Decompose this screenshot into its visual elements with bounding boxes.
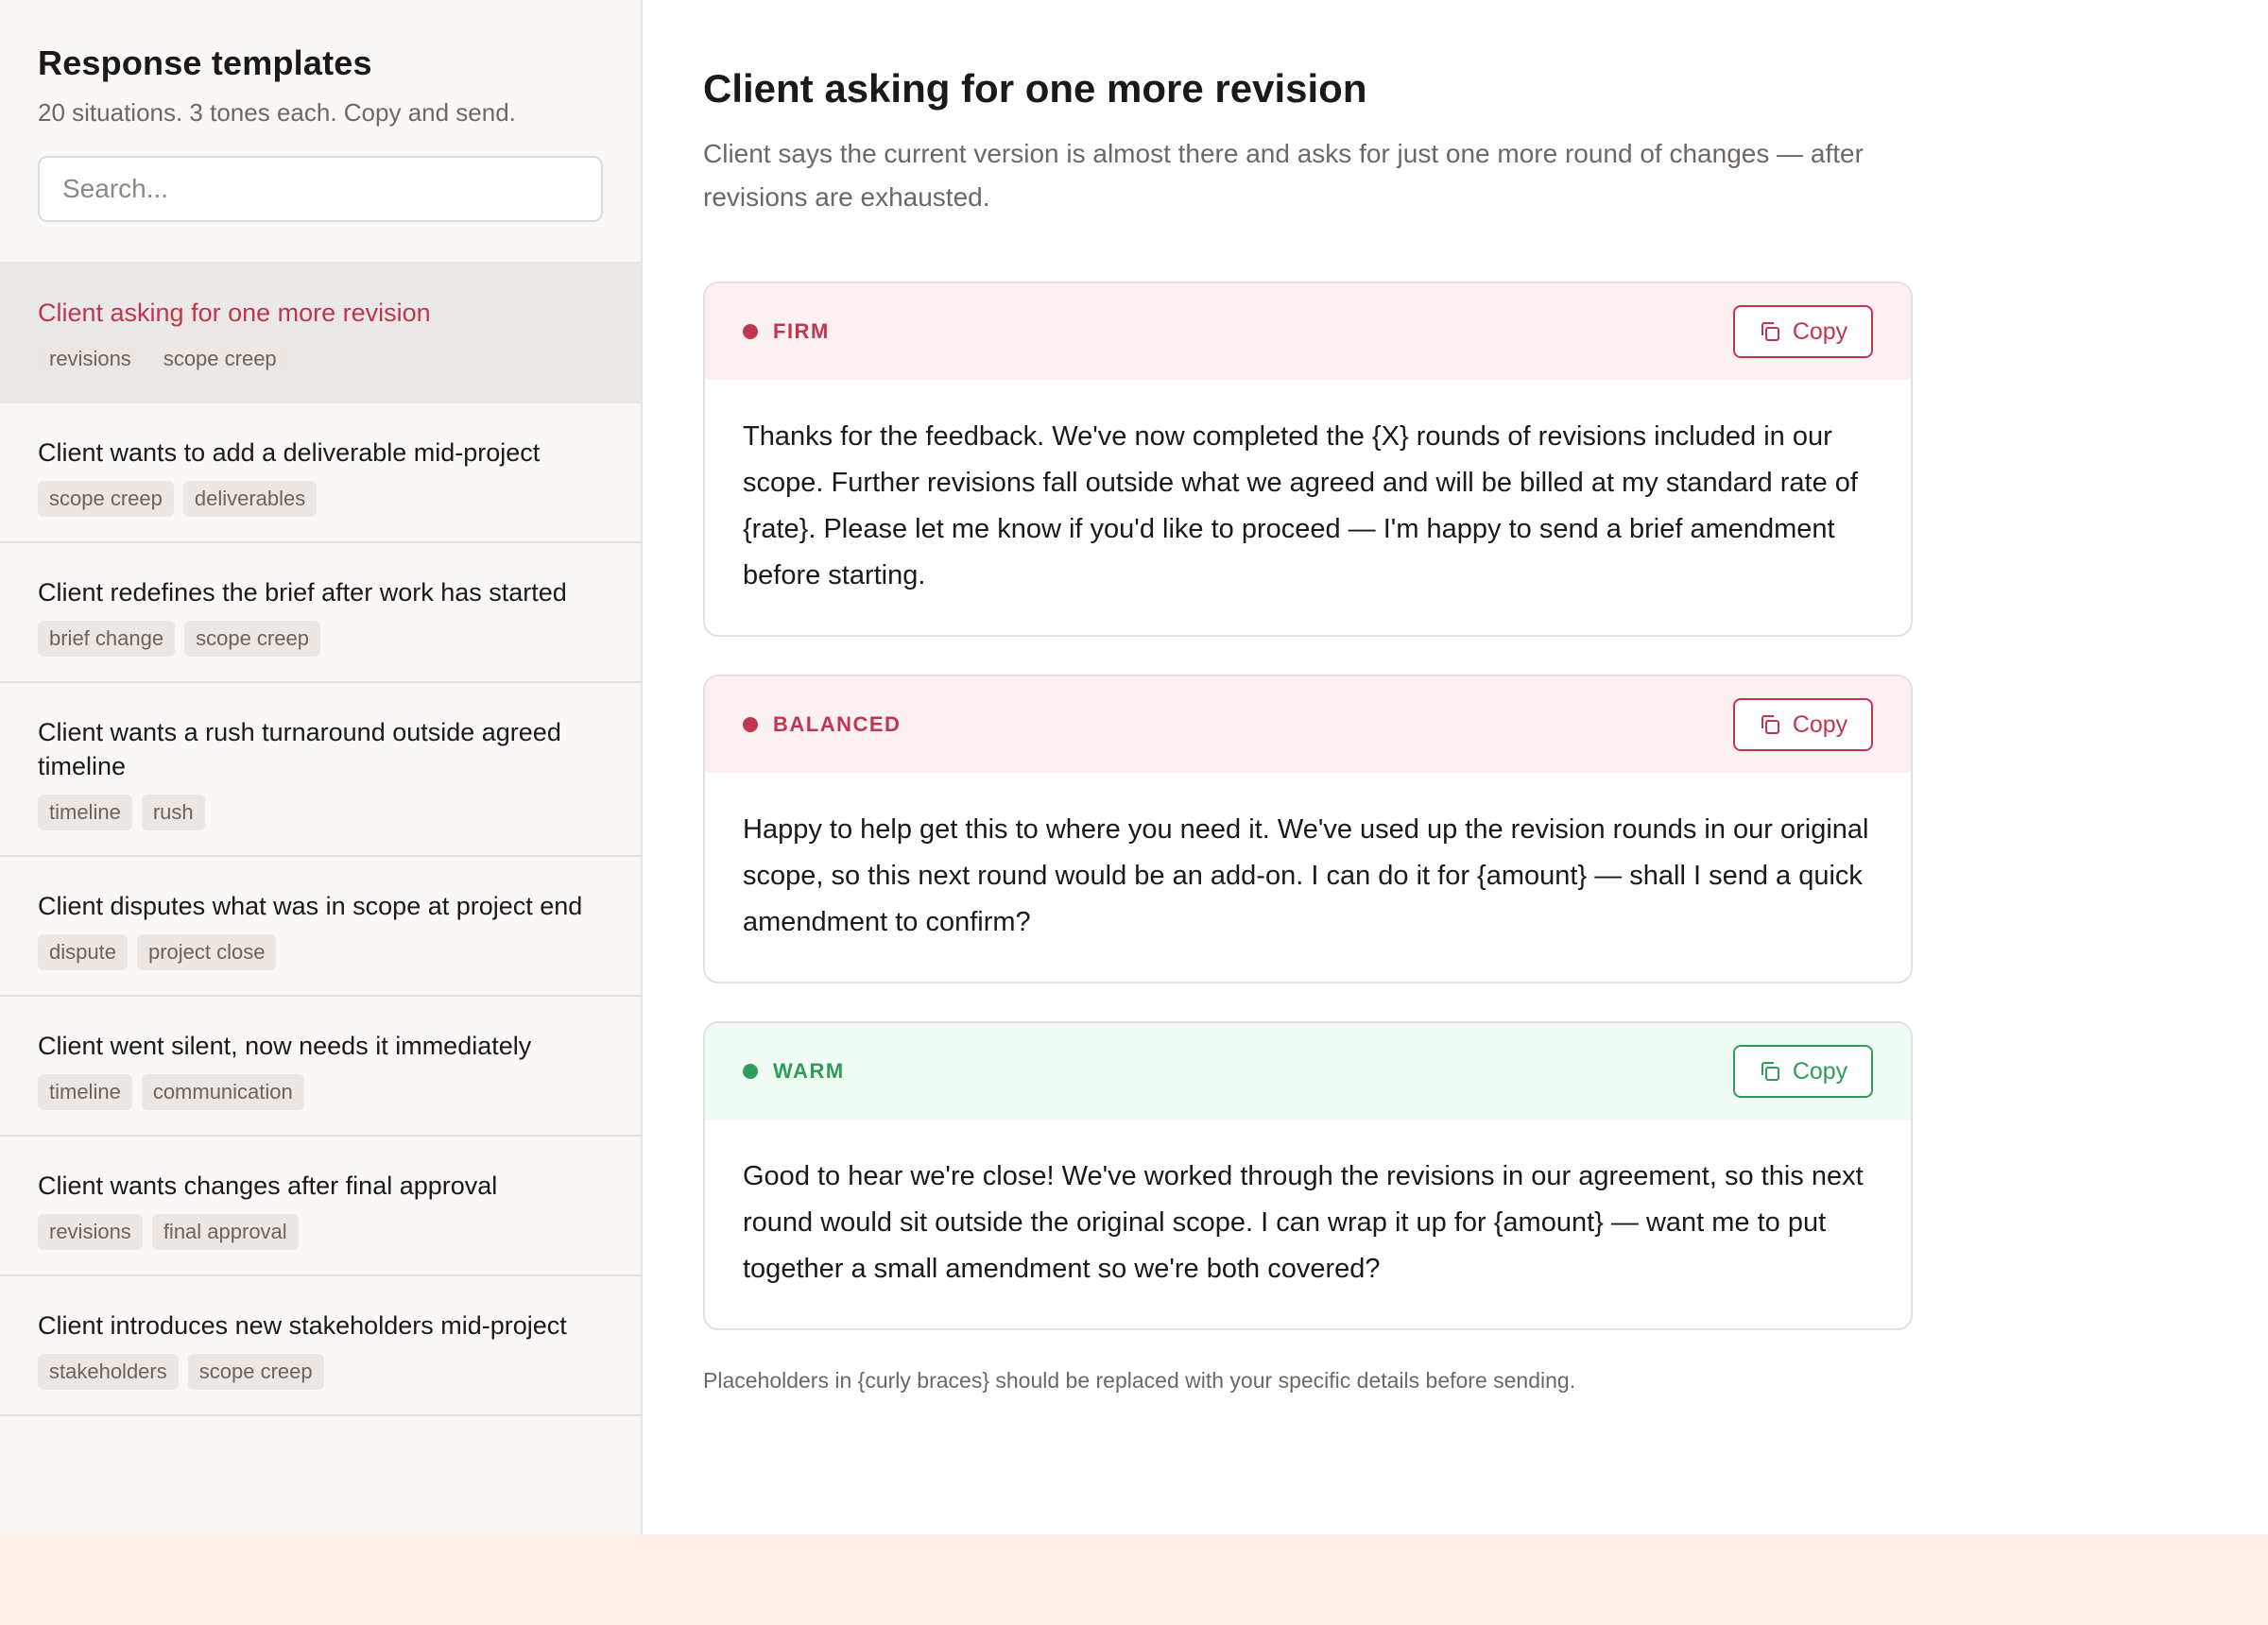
copy-button[interactable]: Copy: [1733, 305, 1873, 358]
sidebar-title: Response templates: [38, 43, 372, 82]
copy-icon: [1761, 1062, 1779, 1081]
app-window: Response templates 20 situations. 3 tone…: [0, 0, 2268, 1534]
tone-dot-icon: [743, 717, 758, 732]
tone-indicator: WARM: [743, 1059, 845, 1084]
copy-button[interactable]: Copy: [1733, 1045, 1873, 1098]
template-item[interactable]: Client disputes what was in scope at pro…: [0, 857, 641, 997]
template-item[interactable]: Client asking for one more revision revi…: [0, 264, 641, 403]
tag: project close: [136, 934, 277, 970]
tag-list: revisions final approval: [38, 1214, 603, 1250]
sidebar-subtitle: 20 situations. 3 tones each. Copy and se…: [38, 98, 516, 127]
template-item[interactable]: Client wants a rush turnaround outside a…: [0, 683, 641, 857]
card-header: BALANCED Copy: [705, 676, 1911, 773]
response-text: Good to hear we're close! We've worked t…: [743, 1161, 1864, 1284]
template-item-title: Client wants to add a deliverable mid-pr…: [38, 438, 541, 467]
tag: stakeholders: [38, 1354, 179, 1390]
template-item-title: Client redefines the brief after work ha…: [38, 578, 567, 607]
tag: communication: [141, 1074, 304, 1110]
tag-list: revisions scope creep: [38, 341, 603, 377]
tag: final approval: [151, 1214, 299, 1250]
tag: scope creep: [187, 1354, 324, 1390]
tag-list: scope creep deliverables: [38, 481, 603, 517]
tag: deliverables: [182, 481, 318, 517]
tag: timeline: [38, 795, 132, 830]
tone-indicator: BALANCED: [743, 712, 901, 737]
tag-list: timeline communication: [38, 1074, 603, 1110]
card-header: WARM Copy: [705, 1023, 1911, 1120]
tag: dispute: [38, 934, 128, 970]
tag: brief change: [38, 621, 176, 657]
response-card-firm: FIRM Copy Thanks for the feedback. We've…: [703, 282, 1913, 637]
template-item[interactable]: Client went silent, now needs it immedia…: [0, 997, 641, 1137]
card-header: FIRM Copy: [705, 283, 1911, 380]
template-description: Client says the current version is almos…: [703, 139, 1864, 212]
response-text: Happy to help get this to where you need…: [743, 814, 1869, 937]
template-item[interactable]: Client redefines the brief after work ha…: [0, 543, 641, 683]
template-item-title: Client wants changes after final approva…: [38, 1172, 498, 1200]
response-card-balanced: BALANCED Copy Happy to help get this to …: [703, 675, 1913, 984]
response-text: Thanks for the feedback. We've now compl…: [743, 421, 1858, 590]
tag: revisions: [38, 341, 143, 377]
tag: timeline: [38, 1074, 132, 1110]
tag-list: dispute project close: [38, 934, 603, 970]
tag: scope creep: [38, 481, 174, 517]
template-item[interactable]: Client wants to add a deliverable mid-pr…: [0, 403, 641, 543]
copy-label: Copy: [1792, 317, 1848, 345]
response-card-warm: WARM Copy Good to hear we're close! We'v…: [703, 1021, 1913, 1330]
response-cards: FIRM Copy Thanks for the feedback. We've…: [703, 282, 1913, 1330]
tag: scope creep: [151, 341, 288, 377]
template-title: Client asking for one more revision: [703, 66, 1367, 111]
tone-dot-icon: [743, 1064, 758, 1079]
tag-list: timeline rush: [38, 795, 603, 830]
template-item-title: Client introduces new stakeholders mid-p…: [38, 1311, 567, 1340]
tag-list: brief change scope creep: [38, 621, 603, 657]
tone-dot-icon: [743, 324, 758, 339]
template-item-title: Client went silent, now needs it immedia…: [38, 1032, 532, 1060]
template-item-title: Client wants a rush turnaround outside a…: [38, 718, 561, 780]
tone-label: BALANCED: [773, 712, 902, 736]
copy-label: Copy: [1792, 710, 1848, 738]
tone-label: WARM: [773, 1059, 845, 1083]
tag-list: stakeholders scope creep: [38, 1354, 603, 1390]
tone-label: FIRM: [773, 319, 830, 343]
placeholder-footnote: Placeholders in {curly braces} should be…: [703, 1368, 1576, 1393]
copy-icon: [1761, 715, 1779, 734]
tag: revisions: [38, 1214, 143, 1250]
tone-indicator: FIRM: [743, 319, 830, 344]
template-list: Client asking for one more revision revi…: [0, 264, 641, 1416]
tag: rush: [141, 795, 205, 830]
copy-button[interactable]: Copy: [1733, 698, 1873, 751]
template-item[interactable]: Client wants changes after final approva…: [0, 1137, 641, 1276]
copy-label: Copy: [1792, 1057, 1848, 1085]
template-detail: Client asking for one more revision Clie…: [643, 0, 2268, 1534]
copy-icon: [1761, 322, 1779, 341]
tag: scope creep: [184, 621, 320, 657]
sidebar-header: Response templates 20 situations. 3 tone…: [0, 0, 641, 264]
template-item-title: Client disputes what was in scope at pro…: [38, 892, 583, 920]
template-item-title: Client asking for one more revision: [38, 299, 431, 327]
template-item[interactable]: Client introduces new stakeholders mid-p…: [0, 1276, 641, 1416]
sidebar: Response templates 20 situations. 3 tone…: [0, 0, 643, 1534]
search-input[interactable]: [38, 156, 603, 222]
